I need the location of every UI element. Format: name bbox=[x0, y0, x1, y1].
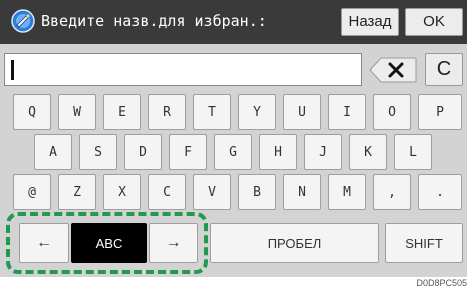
key-f[interactable]: F bbox=[169, 134, 207, 170]
key-b[interactable]: B bbox=[238, 174, 276, 210]
key-z[interactable]: Z bbox=[58, 174, 96, 210]
key-y[interactable]: Y bbox=[238, 94, 276, 130]
key-l[interactable]: L bbox=[394, 134, 432, 170]
key-c[interactable]: C bbox=[148, 174, 186, 210]
backspace-button[interactable] bbox=[369, 57, 417, 83]
key-t[interactable]: T bbox=[193, 94, 231, 130]
figure-code: D0D8PC505 bbox=[416, 278, 467, 288]
clear-button[interactable]: C bbox=[425, 53, 463, 86]
key-k[interactable]: K bbox=[349, 134, 387, 170]
shift-button[interactable]: SHIFT bbox=[385, 223, 463, 263]
key-e[interactable]: E bbox=[103, 94, 141, 130]
key-period[interactable]: . bbox=[418, 174, 462, 210]
keyboard-screen: Введите назв.для избран.: Назад OK C Q W… bbox=[0, 0, 467, 277]
favorite-icon bbox=[11, 9, 35, 33]
key-i[interactable]: I bbox=[328, 94, 366, 130]
key-r[interactable]: R bbox=[148, 94, 186, 130]
key-g[interactable]: G bbox=[214, 134, 252, 170]
key-q[interactable]: Q bbox=[13, 94, 51, 130]
key-o[interactable]: O bbox=[373, 94, 411, 130]
key-d[interactable]: D bbox=[124, 134, 162, 170]
highlight-frame bbox=[6, 212, 208, 274]
key-x[interactable]: X bbox=[103, 174, 141, 210]
key-h[interactable]: H bbox=[259, 134, 297, 170]
key-u[interactable]: U bbox=[283, 94, 321, 130]
key-j[interactable]: J bbox=[304, 134, 342, 170]
key-v[interactable]: V bbox=[193, 174, 231, 210]
page-title: Введите назв.для избран.: bbox=[41, 12, 267, 30]
key-p[interactable]: P bbox=[418, 94, 462, 130]
key-a[interactable]: A bbox=[34, 134, 72, 170]
ok-button[interactable]: OK bbox=[405, 8, 463, 36]
back-button[interactable]: Назад bbox=[341, 8, 399, 36]
key-n[interactable]: N bbox=[283, 174, 321, 210]
name-input[interactable] bbox=[4, 53, 362, 86]
input-row: C bbox=[0, 44, 467, 92]
header-bar: Введите назв.для избран.: Назад OK bbox=[0, 0, 467, 44]
text-cursor bbox=[11, 60, 14, 80]
space-button[interactable]: ПРОБЕЛ bbox=[210, 223, 379, 263]
key-s[interactable]: S bbox=[79, 134, 117, 170]
key-at[interactable]: @ bbox=[13, 174, 51, 210]
key-comma[interactable]: , bbox=[373, 174, 411, 210]
key-w[interactable]: W bbox=[58, 94, 96, 130]
key-m[interactable]: M bbox=[328, 174, 366, 210]
